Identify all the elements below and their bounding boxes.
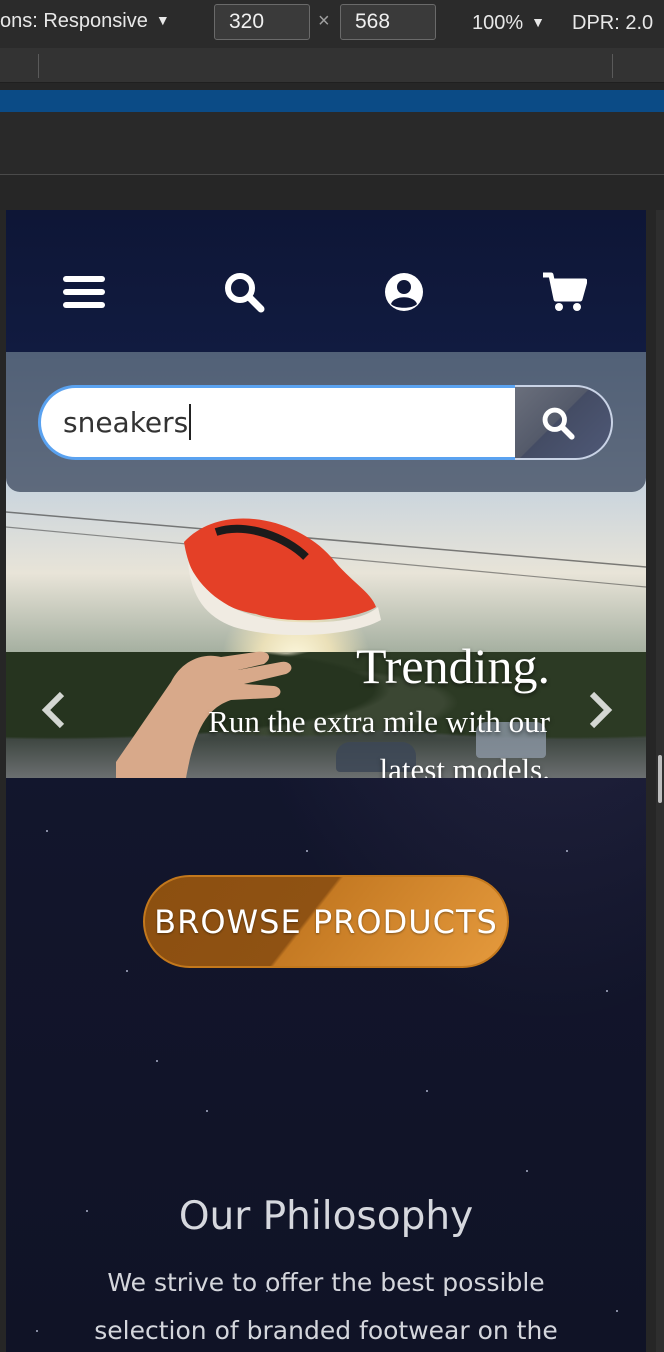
menu-button[interactable] [54, 262, 114, 322]
text-cursor [189, 404, 192, 440]
media-query-bar[interactable] [0, 90, 664, 112]
menu-icon [63, 276, 105, 308]
device-selector[interactable]: ons: Responsive ▼ [0, 10, 170, 33]
times-separator: × [318, 10, 330, 32]
hero-caption: Trending. Run the extra mile with our la… [150, 637, 550, 778]
search-icon [542, 407, 575, 440]
chevron-right-icon [589, 691, 613, 729]
cart-icon [543, 272, 587, 311]
carousel-prev-button[interactable] [36, 690, 76, 730]
ruler-tick [612, 54, 613, 78]
browse-products-label: BROWSE PRODUCTS [154, 902, 498, 941]
user-icon [385, 273, 423, 311]
zoom-label: 100% [472, 12, 524, 34]
media-query-ruler[interactable] [0, 48, 664, 83]
dropdown-arrow-icon: ▼ [531, 14, 546, 30]
zoom-selector[interactable]: 100% ▼ [472, 12, 545, 35]
chevron-left-icon [41, 691, 65, 729]
ruler-tick [38, 54, 39, 78]
search-icon [225, 273, 265, 313]
browse-products-button[interactable]: BROWSE PRODUCTS [143, 875, 509, 968]
hero-text: Run the extra mile with our latest model… [208, 704, 550, 778]
search-input[interactable]: sneakers [38, 385, 515, 460]
page-viewport: Trending. Run the extra mile with our la… [6, 210, 646, 1352]
height-input[interactable]: 568 [340, 4, 436, 40]
scrollbar-thumb[interactable] [658, 755, 662, 803]
hero-title: Trending. [355, 638, 550, 694]
ruler-area [0, 112, 664, 175]
section-text: We strive to offer the best possible sel… [94, 1268, 558, 1345]
search-panel: sneakers [6, 352, 646, 492]
account-button[interactable] [374, 262, 434, 322]
cart-button[interactable] [534, 262, 594, 322]
search-toggle-button[interactable] [214, 262, 274, 322]
search-submit-button[interactable] [515, 385, 613, 460]
search-input-value: sneakers [63, 406, 189, 439]
width-input[interactable]: 320 [214, 4, 310, 40]
dropdown-arrow-icon: ▼ [155, 12, 170, 28]
dpr-label[interactable]: DPR: 2.0 [572, 12, 653, 35]
section-title: Our Philosophy [178, 1194, 474, 1240]
device-label: ons: Responsive [0, 10, 148, 32]
top-navbar [6, 210, 646, 352]
carousel-next-button[interactable] [578, 690, 618, 730]
devtools-toolbar: ons: Responsive ▼ 320 × 568 100% ▼ DPR: 2.… [0, 0, 664, 48]
